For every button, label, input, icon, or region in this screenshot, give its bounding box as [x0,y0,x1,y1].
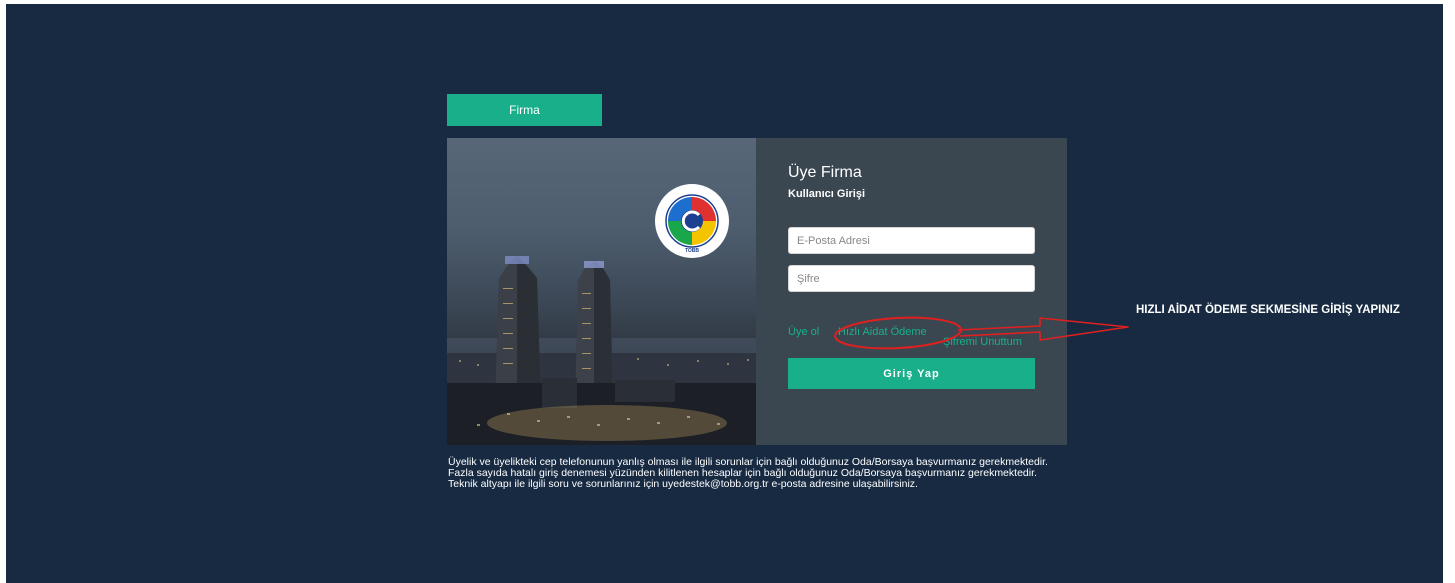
email-field[interactable] [788,227,1035,254]
note-support: Teknik altyapı ile ilgili soru ve sorunl… [448,478,918,490]
fast-payment-link[interactable]: Hızlı Aidat Ödeme [838,326,927,338]
login-form: Üye Firma Kullanıcı Girişi Üye ol Hızlı … [756,138,1067,445]
login-button[interactable]: Giriş Yap [788,358,1035,389]
login-title: Üye Firma [788,164,862,181]
password-field[interactable] [788,265,1035,292]
info-notes: Üyelik ve üyelikteki cep telefonunun yan… [448,457,1088,490]
forgot-password-link[interactable]: Şifremi Unuttum [943,336,1022,348]
city-towers-image: TOBB [447,138,756,445]
register-link[interactable]: Üye ol [788,326,819,338]
annotation-text: HIZLI AİDAT ÖDEME SEKMESİNE GİRİŞ YAPINI… [1136,304,1400,316]
login-links: Üye ol Hızlı Aidat Ödeme Şifremi Unuttum [788,323,1038,353]
login-subtitle: Kullanıcı Girişi [788,188,866,200]
login-card: TOBB Üye Firma Kullanıcı Girişi Üye ol H… [447,138,1067,445]
tobb-logo-text: TOBB [684,248,700,254]
tab-firma[interactable]: Firma [447,94,602,126]
